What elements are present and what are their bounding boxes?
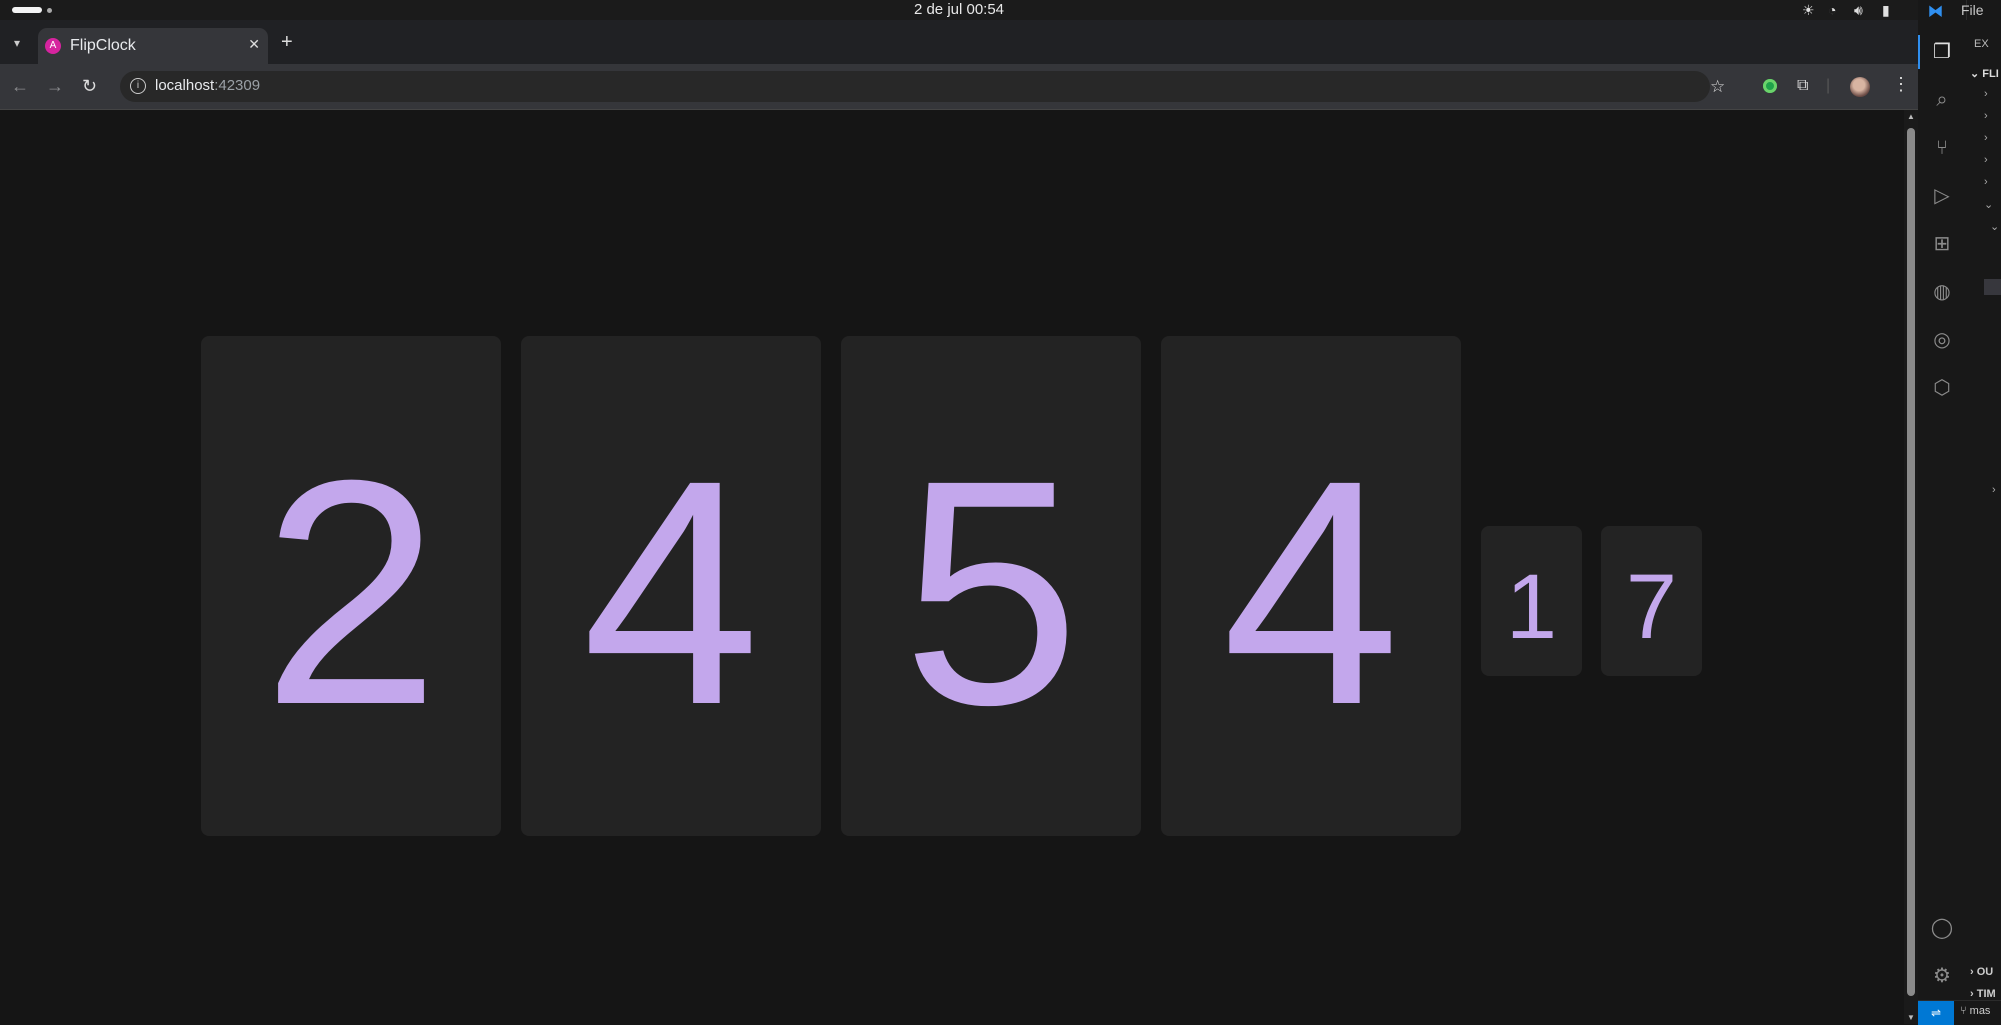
timeline-section[interactable]: › TIM xyxy=(1970,988,1996,1000)
chevron-down-icon[interactable]: ⌄ xyxy=(1984,198,1993,211)
reload-icon[interactable]: ↻ xyxy=(82,76,97,96)
explorer-root-folder[interactable]: ⌄ FLI xyxy=(1970,67,1999,80)
seconds-ones-card: 7 xyxy=(1601,526,1702,676)
seconds-tens-card: 1 xyxy=(1481,526,1582,676)
forward-icon[interactable]: → xyxy=(46,76,64,96)
explorer-root-label: FLI xyxy=(1982,68,1999,80)
remote-indicator-icon[interactable]: ⇌ xyxy=(1918,1001,1954,1025)
chevron-right-icon[interactable]: › xyxy=(1984,88,1988,100)
site-info-icon[interactable]: i xyxy=(130,78,146,94)
outline-section[interactable]: › OU xyxy=(1970,966,1993,978)
explorer-title: EX xyxy=(1974,38,1989,50)
menu-file[interactable]: File xyxy=(1961,2,1984,18)
chevron-right-icon[interactable]: › xyxy=(1984,110,1988,122)
system-clock[interactable]: 2 de jul 00:54 xyxy=(0,1,1918,18)
more-menu-icon[interactable]: ⋮ xyxy=(1892,74,1910,95)
brightness-icon[interactable]: ☀ xyxy=(1802,2,1815,18)
explorer-panel: EX ⌄ FLI › › › › › ⌄ ⌄ › › OU › TIM xyxy=(1966,20,2001,1000)
close-icon[interactable]: ✕ xyxy=(248,36,260,53)
chevron-right-icon[interactable]: › xyxy=(1984,154,1988,166)
seconds-ones-digit: 7 xyxy=(1625,556,1678,658)
status-bar: ⇌ ⑂ mas xyxy=(1918,1000,2001,1025)
extension-icon[interactable] xyxy=(1763,79,1777,93)
settings-gear-icon[interactable]: ⚙ xyxy=(1930,964,1954,988)
vscode-logo-icon: ⧓ xyxy=(1928,3,1943,20)
minutes-tens-card: 5 xyxy=(841,336,1141,836)
tab-search-button[interactable]: ▾ xyxy=(6,32,28,54)
selected-tree-item[interactable] xyxy=(1984,279,2001,295)
tab-strip: ▾ A FlipClock ✕ + xyxy=(0,20,1918,64)
tab-flipclock[interactable]: A FlipClock ✕ xyxy=(38,28,268,64)
bookmark-star-icon[interactable]: ☆ xyxy=(1710,78,1725,96)
chevron-down-icon[interactable]: ⌄ xyxy=(1990,220,1999,233)
branch-name: mas xyxy=(1969,1005,1991,1017)
volume-icon[interactable]: 🔊︎ xyxy=(1854,2,1863,18)
timeline-label: TIM xyxy=(1976,988,1996,1000)
hours-ones-digit: 4 xyxy=(582,413,760,771)
run-debug-icon[interactable]: ▷ xyxy=(1930,184,1954,208)
address-bar[interactable]: i localhost:42309 ☆ xyxy=(120,71,1725,102)
minutes-tens-digit: 5 xyxy=(902,413,1080,771)
minutes-ones-digit: 4 xyxy=(1222,413,1400,771)
profile-avatar[interactable] xyxy=(1850,77,1870,97)
hours-tens-digit: 2 xyxy=(262,413,440,771)
scroll-up-icon[interactable]: ▲ xyxy=(1907,112,1915,121)
url-port: :42309 xyxy=(214,77,261,94)
git-graph-icon[interactable]: ◍ xyxy=(1930,280,1954,304)
wifi-icon[interactable]: ◔ xyxy=(1828,2,1836,18)
vscode-window: ⧓ ❐ ⌕ ⑂ ▷ ⊞ ◍ ◎ ⬡ ◯ ⚙ File EX ⌄ FLI › › … xyxy=(1918,0,2001,1025)
scroll-down-icon[interactable]: ▼ xyxy=(1907,1013,1915,1022)
scroll-thumb[interactable] xyxy=(1907,128,1915,996)
active-view-indicator xyxy=(1918,35,1920,69)
seconds-tens-digit: 1 xyxy=(1505,556,1558,658)
activity-bar: ⧓ ❐ ⌕ ⑂ ▷ ⊞ ◍ ◎ ⬡ ◯ ⚙ xyxy=(1918,0,1967,1000)
accounts-icon[interactable]: ◯ xyxy=(1930,916,1954,940)
os-top-bar: 2 de jul 00:54 ☀ ◔ 🔊︎ ▮ xyxy=(0,0,2001,20)
browser-window: ▾ A FlipClock ✕ + ← → ↻ i localhost:4230… xyxy=(0,20,1918,1024)
new-tab-button[interactable]: + xyxy=(281,32,293,52)
back-icon[interactable]: ← xyxy=(11,76,29,96)
minutes-ones-card: 4 xyxy=(1161,336,1461,836)
source-control-icon[interactable]: ⑂ xyxy=(1930,136,1954,160)
hours-tens-card: 2 xyxy=(201,336,501,836)
search-icon[interactable]: ⌕ xyxy=(1930,88,1954,112)
url-host: localhost xyxy=(155,77,215,94)
explorer-icon[interactable]: ❐ xyxy=(1930,40,1954,64)
chevron-right-icon[interactable]: › xyxy=(1984,132,1988,144)
page-content: 2 4 5 4 1 7 xyxy=(0,110,1904,1024)
battery-icon[interactable]: ▮ xyxy=(1882,2,1890,18)
extensions-icon[interactable]: ⊞ xyxy=(1930,232,1954,256)
tab-title: FlipClock xyxy=(70,37,136,54)
hours-ones-card: 4 xyxy=(521,336,821,836)
chevron-right-icon[interactable]: › xyxy=(1984,176,1988,188)
angular-icon: A xyxy=(45,38,61,54)
git-branch[interactable]: ⑂ mas xyxy=(1960,1005,1990,1017)
chevron-right-icon[interactable]: › xyxy=(1992,484,1996,496)
browser-toolbar: ← → ↻ i localhost:42309 ☆ ⧉ | ⋮ xyxy=(0,64,1918,110)
page-scrollbar[interactable]: ▲ ▼ xyxy=(1904,110,1918,1024)
extensions-puzzle-icon[interactable]: ⧉ xyxy=(1797,76,1808,96)
containers-icon[interactable]: ⬡ xyxy=(1930,376,1954,400)
toolbar-divider: | xyxy=(1826,77,1831,94)
url-text[interactable]: localhost:42309 xyxy=(155,77,260,94)
remote-explorer-icon[interactable]: ◎ xyxy=(1930,328,1954,352)
outline-label: OU xyxy=(1976,966,1994,978)
